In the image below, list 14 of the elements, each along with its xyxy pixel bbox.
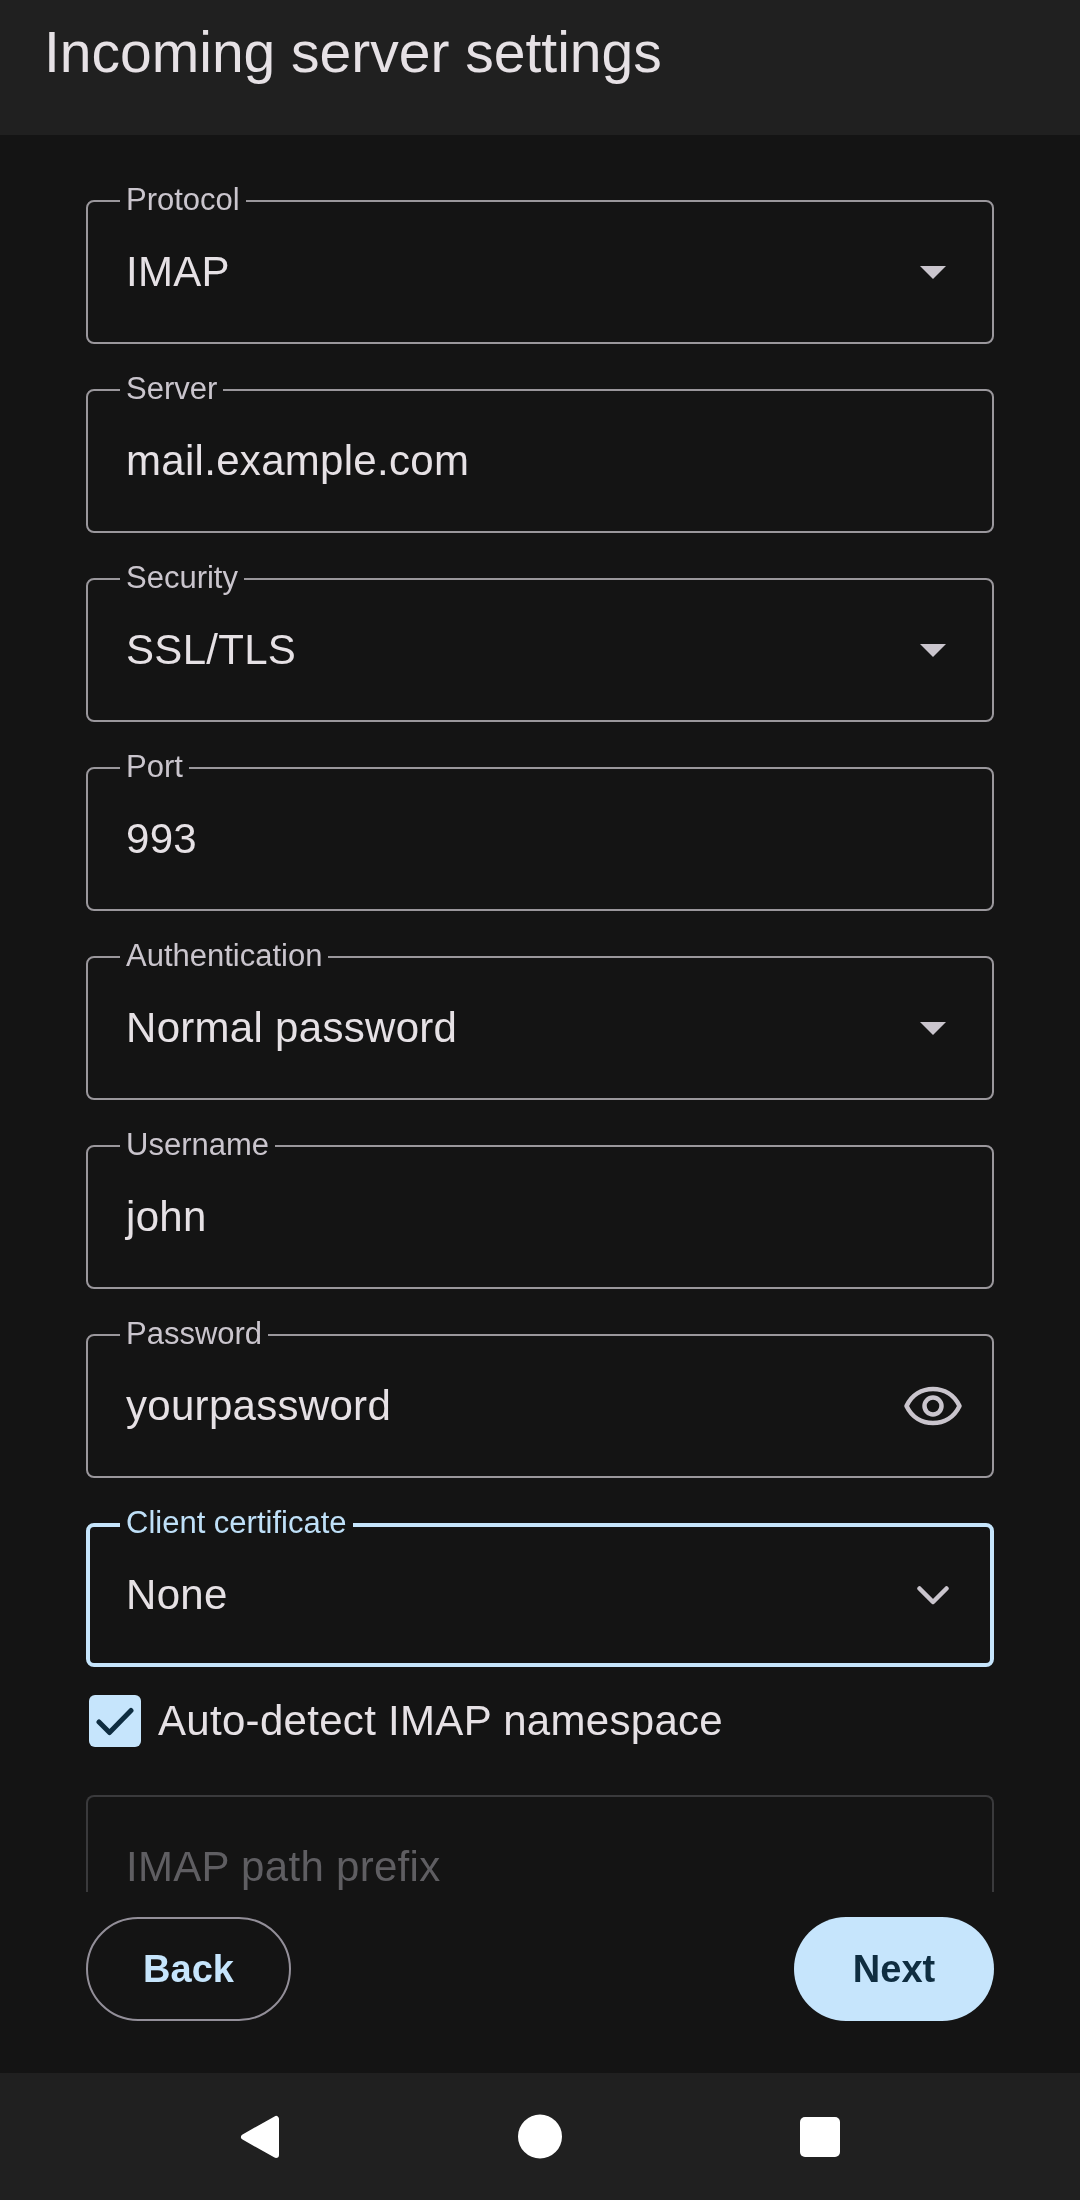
chevron-down-icon [917, 1585, 949, 1605]
caret-down-icon [920, 643, 946, 657]
eye-icon[interactable] [904, 1386, 962, 1426]
checkbox[interactable] [89, 1695, 141, 1747]
caret-down-icon [920, 265, 946, 279]
home-icon[interactable] [518, 2114, 562, 2159]
back-button[interactable]: Back [86, 1917, 291, 2021]
overview-icon[interactable] [800, 2116, 840, 2157]
caret-down-icon [920, 1021, 946, 1035]
screen-title: Incoming server settings [44, 19, 663, 86]
checkbox-label: Auto-detect IMAP namespace [158, 1696, 723, 1746]
check-icon [96, 1706, 134, 1736]
back-icon[interactable] [240, 2114, 280, 2159]
next-button[interactable]: Next [794, 1917, 994, 2021]
